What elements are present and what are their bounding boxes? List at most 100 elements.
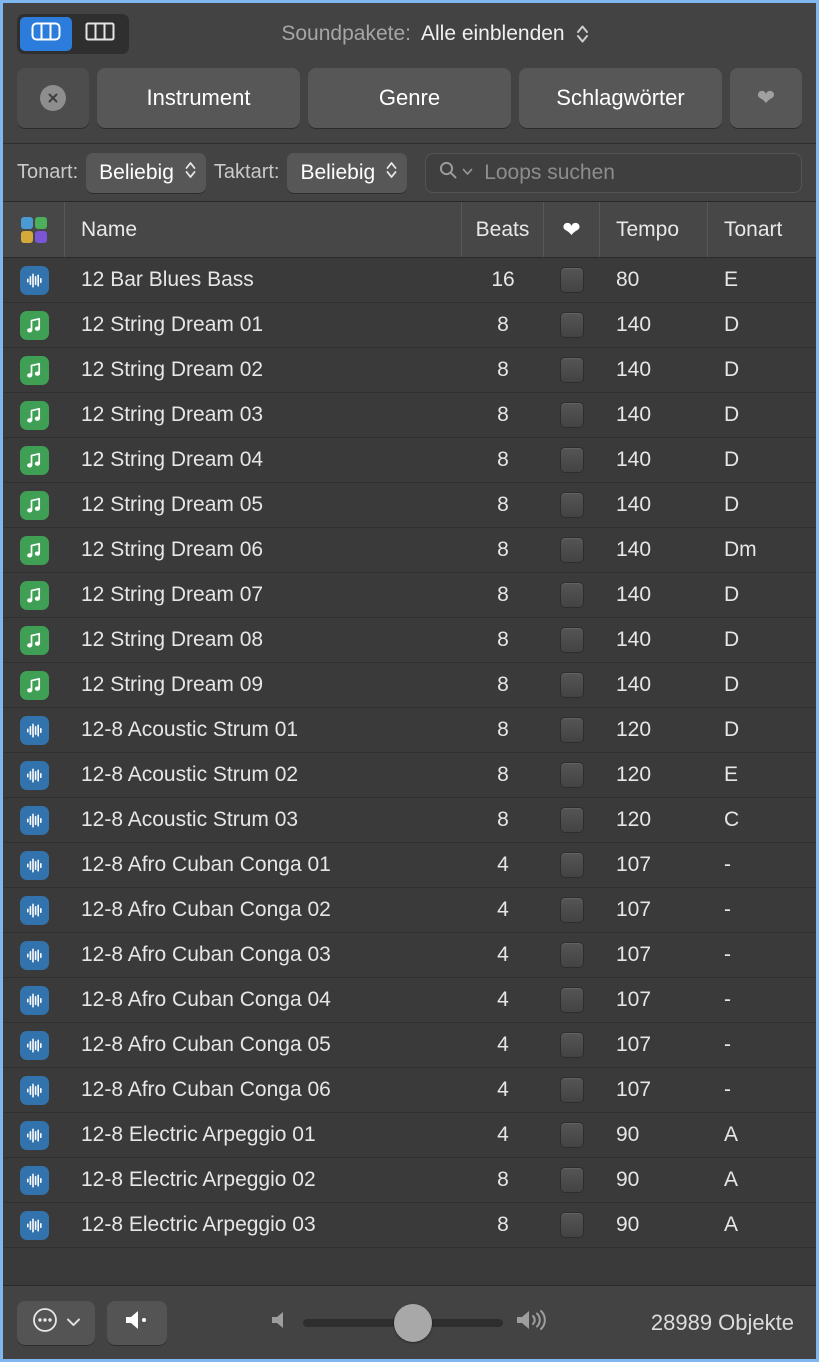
loop-favorite-cell[interactable] [544,1113,600,1157]
loop-favorite-cell[interactable] [544,663,600,707]
favorite-checkbox[interactable] [560,627,584,653]
loop-key-cell: - [724,853,731,876]
table-row[interactable]: 12-8 Acoustic Strum 03 8 120 C [3,798,816,843]
mute-button[interactable] [107,1300,167,1345]
grid-view-button[interactable] [20,17,72,51]
action-menu-button[interactable] [17,1300,95,1345]
favorite-checkbox[interactable] [560,312,584,338]
loop-key-cell: D [724,448,740,471]
loop-favorite-cell[interactable] [544,1023,600,1067]
instrument-filter-button[interactable]: Instrument [97,68,300,128]
volume-slider-knob[interactable] [393,1303,432,1342]
favorite-checkbox[interactable] [560,582,584,608]
column-header-favorite[interactable]: ❤ [544,202,600,257]
loop-favorite-cell[interactable] [544,618,600,662]
search-chevron-down-icon[interactable] [462,164,473,182]
column-header-name[interactable]: Name [65,202,462,257]
favorite-checkbox[interactable] [560,942,584,968]
favorite-checkbox[interactable] [560,1212,584,1238]
favorite-checkbox[interactable] [560,267,584,293]
soundpacks-popup[interactable]: Soundpakete: Alle einblenden [129,22,742,46]
loop-favorite-cell[interactable] [544,708,600,752]
table-row[interactable]: 12 String Dream 04 8 140 D [3,438,816,483]
favorite-checkbox[interactable] [560,447,584,473]
loop-type-icon-cell [3,753,65,797]
favorite-checkbox[interactable] [560,1122,584,1148]
time-signature-filter-popup[interactable]: Beliebig [287,152,408,193]
table-row[interactable]: 12 String Dream 07 8 140 D [3,573,816,618]
table-row[interactable]: 12-8 Electric Arpeggio 02 8 90 A [3,1158,816,1203]
genre-filter-button[interactable]: Genre [308,68,511,128]
favorite-checkbox[interactable] [560,807,584,833]
grid-view-icon [31,22,61,46]
table-row[interactable]: 12-8 Acoustic Strum 02 8 120 E [3,753,816,798]
favorite-checkbox[interactable] [560,402,584,428]
favorite-checkbox[interactable] [560,492,584,518]
column-header-key[interactable]: Tonart [708,202,816,257]
column-header-tempo[interactable]: Tempo [600,202,708,257]
table-row[interactable]: 12 String Dream 01 8 140 D [3,303,816,348]
favorite-checkbox[interactable] [560,762,584,788]
loop-favorite-cell[interactable] [544,933,600,977]
loop-favorite-cell[interactable] [544,438,600,482]
loop-name-cell: 12-8 Acoustic Strum 03 [81,808,299,831]
view-mode-segmented-control[interactable] [17,14,129,54]
loop-favorite-cell[interactable] [544,753,600,797]
table-row[interactable]: 12 Bar Blues Bass 16 80 E [3,258,816,303]
loop-favorite-cell[interactable] [544,843,600,887]
table-row[interactable]: 12 String Dream 06 8 140 Dm [3,528,816,573]
favorite-checkbox[interactable] [560,1077,584,1103]
table-row[interactable]: 12-8 Afro Cuban Conga 03 4 107 - [3,933,816,978]
volume-slider[interactable] [302,1303,503,1342]
volume-control[interactable] [179,1303,639,1342]
table-row[interactable]: 12 String Dream 03 8 140 D [3,393,816,438]
loop-favorite-cell[interactable] [544,1203,600,1247]
favorite-checkbox[interactable] [560,357,584,383]
column-view-button[interactable] [74,17,126,51]
table-row[interactable]: 12 String Dream 05 8 140 D [3,483,816,528]
table-row[interactable]: 12-8 Afro Cuban Conga 06 4 107 - [3,1068,816,1113]
favorite-checkbox[interactable] [560,672,584,698]
keywords-filter-button[interactable]: Schlagwörter [519,68,722,128]
loop-favorite-cell[interactable] [544,258,600,302]
table-row[interactable]: 12 String Dream 08 8 140 D [3,618,816,663]
loop-tempo-cell: 90 [616,1123,640,1146]
reset-filters-button[interactable] [17,68,89,128]
favorite-checkbox[interactable] [560,852,584,878]
loop-favorite-cell[interactable] [544,1068,600,1112]
table-row[interactable]: 12 String Dream 02 8 140 D [3,348,816,393]
table-row[interactable]: 12-8 Acoustic Strum 01 8 120 D [3,708,816,753]
favorites-filter-button[interactable]: ❤ [730,68,802,128]
loop-favorite-cell[interactable] [544,978,600,1022]
table-row[interactable]: 12-8 Electric Arpeggio 03 8 90 A [3,1203,816,1248]
loop-favorite-cell[interactable] [544,393,600,437]
loop-favorite-cell[interactable] [544,528,600,572]
table-row[interactable]: 12-8 Afro Cuban Conga 04 4 107 - [3,978,816,1023]
loop-type-icon-cell [3,663,65,707]
audio-loop-icon [19,895,49,925]
table-row[interactable]: 12-8 Afro Cuban Conga 01 4 107 - [3,843,816,888]
table-row[interactable]: 12-8 Afro Cuban Conga 05 4 107 - [3,1023,816,1068]
favorite-checkbox[interactable] [560,987,584,1013]
favorite-checkbox[interactable] [560,1032,584,1058]
loop-beats-cell: 8 [497,763,509,786]
table-row[interactable]: 12-8 Afro Cuban Conga 02 4 107 - [3,888,816,933]
key-filter-popup[interactable]: Beliebig [86,152,206,193]
table-row[interactable]: 12-8 Electric Arpeggio 01 4 90 A [3,1113,816,1158]
loop-favorite-cell[interactable] [544,798,600,842]
column-header-type[interactable] [3,202,65,257]
column-header-beats[interactable]: Beats [462,202,544,257]
loop-favorite-cell[interactable] [544,483,600,527]
loop-favorite-cell[interactable] [544,348,600,392]
favorite-checkbox[interactable] [560,897,584,923]
table-row[interactable]: 12 String Dream 09 8 140 D [3,663,816,708]
favorite-checkbox[interactable] [560,537,584,563]
loop-favorite-cell[interactable] [544,888,600,932]
loop-name-cell: 12 String Dream 02 [81,358,264,381]
favorite-checkbox[interactable] [560,1167,584,1193]
favorite-checkbox[interactable] [560,717,584,743]
loop-favorite-cell[interactable] [544,303,600,347]
search-input[interactable]: Loops suchen [425,152,802,193]
loop-favorite-cell[interactable] [544,573,600,617]
loop-favorite-cell[interactable] [544,1158,600,1202]
